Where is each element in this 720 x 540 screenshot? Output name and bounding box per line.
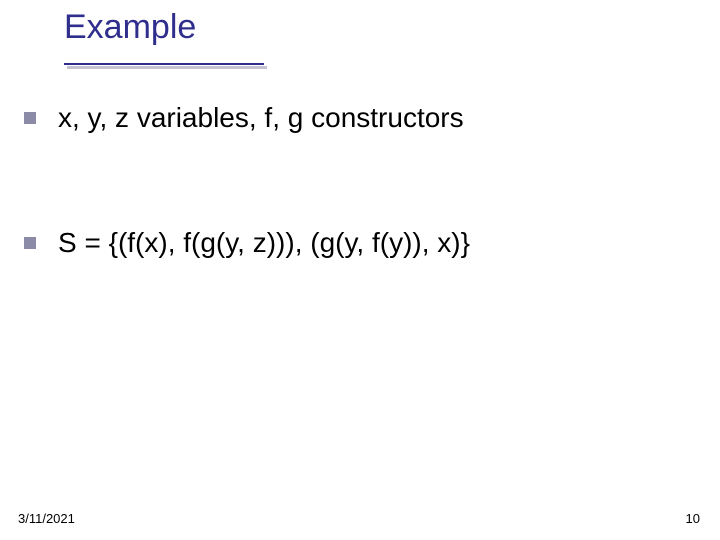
slide: Example x, y, z variables, f, g construc… <box>0 0 720 540</box>
footer-date: 3/11/2021 <box>18 511 75 526</box>
title-underline <box>64 63 264 65</box>
bullet-text: S = {(f(x), f(g(y, z))), (g(y, f(y)), x)… <box>58 225 470 260</box>
slide-title-wrap: Example <box>64 8 196 47</box>
bullet-row: S = {(f(x), f(g(y, z))), (g(y, f(y)), x)… <box>24 225 470 260</box>
square-bullet-icon <box>24 112 36 124</box>
bullet-row: x, y, z variables, f, g constructors <box>24 100 464 135</box>
bullet-text: x, y, z variables, f, g constructors <box>58 100 464 135</box>
footer-page-number: 10 <box>686 511 700 526</box>
title-underline-shadow <box>67 66 267 69</box>
square-bullet-icon <box>24 237 36 249</box>
slide-title: Example <box>64 8 196 47</box>
